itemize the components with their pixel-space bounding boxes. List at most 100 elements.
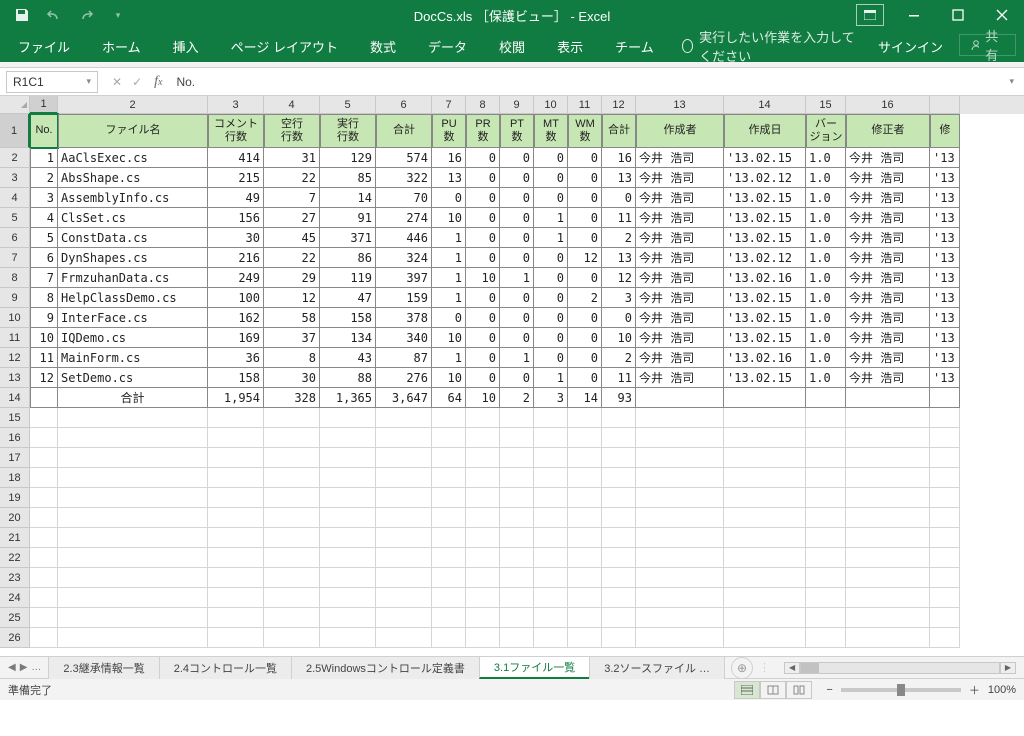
empty-cell[interactable] — [724, 568, 806, 588]
cell[interactable]: 1.0 — [806, 188, 846, 208]
cell[interactable]: 今井 浩司 — [846, 348, 930, 368]
cell[interactable]: 324 — [376, 248, 432, 268]
new-sheet-button[interactable]: ⊕ — [731, 657, 753, 679]
empty-cell[interactable] — [30, 568, 58, 588]
cell[interactable]: 119 — [320, 268, 376, 288]
cell-total[interactable] — [846, 388, 930, 408]
cell[interactable]: 8 — [30, 288, 58, 308]
scroll-right-icon[interactable]: ▶ — [1000, 662, 1016, 674]
empty-cell[interactable] — [466, 408, 500, 428]
empty-cell[interactable] — [534, 468, 568, 488]
empty-cell[interactable] — [58, 468, 208, 488]
cell[interactable]: 0 — [602, 188, 636, 208]
share-button[interactable]: 共有 — [959, 34, 1016, 56]
row-header[interactable]: 14 — [0, 388, 30, 408]
cell[interactable]: 0 — [534, 248, 568, 268]
row-header[interactable]: 12 — [0, 348, 30, 368]
cell-total[interactable] — [806, 388, 846, 408]
scroll-track[interactable] — [800, 662, 1000, 674]
tab-review[interactable]: 校閲 — [483, 30, 541, 62]
cell[interactable]: 今井 浩司 — [846, 268, 930, 288]
empty-cell[interactable] — [636, 608, 724, 628]
table-header[interactable]: 空行行数 — [264, 114, 320, 148]
cell[interactable]: '13.02.15 — [724, 308, 806, 328]
empty-cell[interactable] — [500, 408, 534, 428]
empty-cell[interactable] — [534, 528, 568, 548]
empty-cell[interactable] — [636, 548, 724, 568]
cell[interactable]: 1.0 — [806, 308, 846, 328]
cell[interactable]: 1.0 — [806, 348, 846, 368]
cell-total[interactable]: 合計 — [58, 388, 208, 408]
cell[interactable]: 85 — [320, 168, 376, 188]
cell[interactable]: 30 — [264, 368, 320, 388]
empty-cell[interactable] — [208, 528, 264, 548]
cell[interactable]: 0 — [500, 148, 534, 168]
cell[interactable]: 1.0 — [806, 268, 846, 288]
cell[interactable]: 今井 浩司 — [636, 228, 724, 248]
empty-cell[interactable] — [376, 448, 432, 468]
row-header[interactable]: 3 — [0, 168, 30, 188]
empty-cell[interactable] — [432, 408, 466, 428]
empty-cell[interactable] — [846, 628, 930, 648]
empty-cell[interactable] — [846, 468, 930, 488]
empty-cell[interactable] — [534, 488, 568, 508]
empty-cell[interactable] — [466, 628, 500, 648]
empty-cell[interactable] — [568, 528, 602, 548]
table-header[interactable]: PU数 — [432, 114, 466, 148]
table-header[interactable]: コメント行数 — [208, 114, 264, 148]
cell[interactable]: 16 — [602, 148, 636, 168]
cell[interactable]: MainForm.cs — [58, 348, 208, 368]
cell[interactable]: 今井 浩司 — [636, 308, 724, 328]
cell[interactable]: 86 — [320, 248, 376, 268]
cell[interactable]: 27 — [264, 208, 320, 228]
cell[interactable]: DynShapes.cs — [58, 248, 208, 268]
empty-cell[interactable] — [500, 548, 534, 568]
cell[interactable]: 今井 浩司 — [636, 148, 724, 168]
empty-cell[interactable] — [846, 568, 930, 588]
cell[interactable]: 12 — [30, 368, 58, 388]
row-header[interactable]: 4 — [0, 188, 30, 208]
cell[interactable]: AbsShape.cs — [58, 168, 208, 188]
empty-cell[interactable] — [846, 408, 930, 428]
empty-cell[interactable] — [602, 548, 636, 568]
empty-cell[interactable] — [58, 428, 208, 448]
empty-cell[interactable] — [724, 408, 806, 428]
empty-cell[interactable] — [208, 488, 264, 508]
cell[interactable]: 0 — [568, 268, 602, 288]
empty-cell[interactable] — [264, 408, 320, 428]
view-pagebreak-icon[interactable] — [786, 681, 812, 699]
empty-cell[interactable] — [602, 448, 636, 468]
cell[interactable]: 0 — [466, 348, 500, 368]
empty-cell[interactable] — [30, 548, 58, 568]
empty-cell[interactable] — [724, 488, 806, 508]
empty-cell[interactable] — [58, 528, 208, 548]
cell[interactable]: 1.0 — [806, 328, 846, 348]
cell[interactable]: 10 — [30, 328, 58, 348]
empty-cell[interactable] — [724, 608, 806, 628]
cell-total[interactable] — [724, 388, 806, 408]
cell[interactable]: 397 — [376, 268, 432, 288]
empty-cell[interactable] — [320, 428, 376, 448]
cell[interactable]: 13 — [602, 248, 636, 268]
cell[interactable]: 0 — [500, 328, 534, 348]
cell[interactable]: 6 — [30, 248, 58, 268]
empty-cell[interactable] — [500, 448, 534, 468]
empty-cell[interactable] — [30, 488, 58, 508]
empty-cell[interactable] — [534, 508, 568, 528]
cell[interactable]: 1.0 — [806, 148, 846, 168]
cell[interactable]: 今井 浩司 — [846, 288, 930, 308]
cell[interactable]: 0 — [500, 168, 534, 188]
empty-cell[interactable] — [568, 448, 602, 468]
tab-insert[interactable]: 挿入 — [157, 30, 215, 62]
cell[interactable]: 29 — [264, 268, 320, 288]
cell[interactable]: '13 — [930, 188, 960, 208]
empty-cell[interactable] — [466, 448, 500, 468]
scroll-thumb[interactable] — [801, 663, 819, 673]
row-header[interactable]: 6 — [0, 228, 30, 248]
cell[interactable]: 446 — [376, 228, 432, 248]
cell[interactable]: 1 — [432, 248, 466, 268]
cell-total[interactable]: 3,647 — [376, 388, 432, 408]
empty-cell[interactable] — [58, 488, 208, 508]
cell[interactable]: 0 — [466, 308, 500, 328]
empty-cell[interactable] — [806, 588, 846, 608]
